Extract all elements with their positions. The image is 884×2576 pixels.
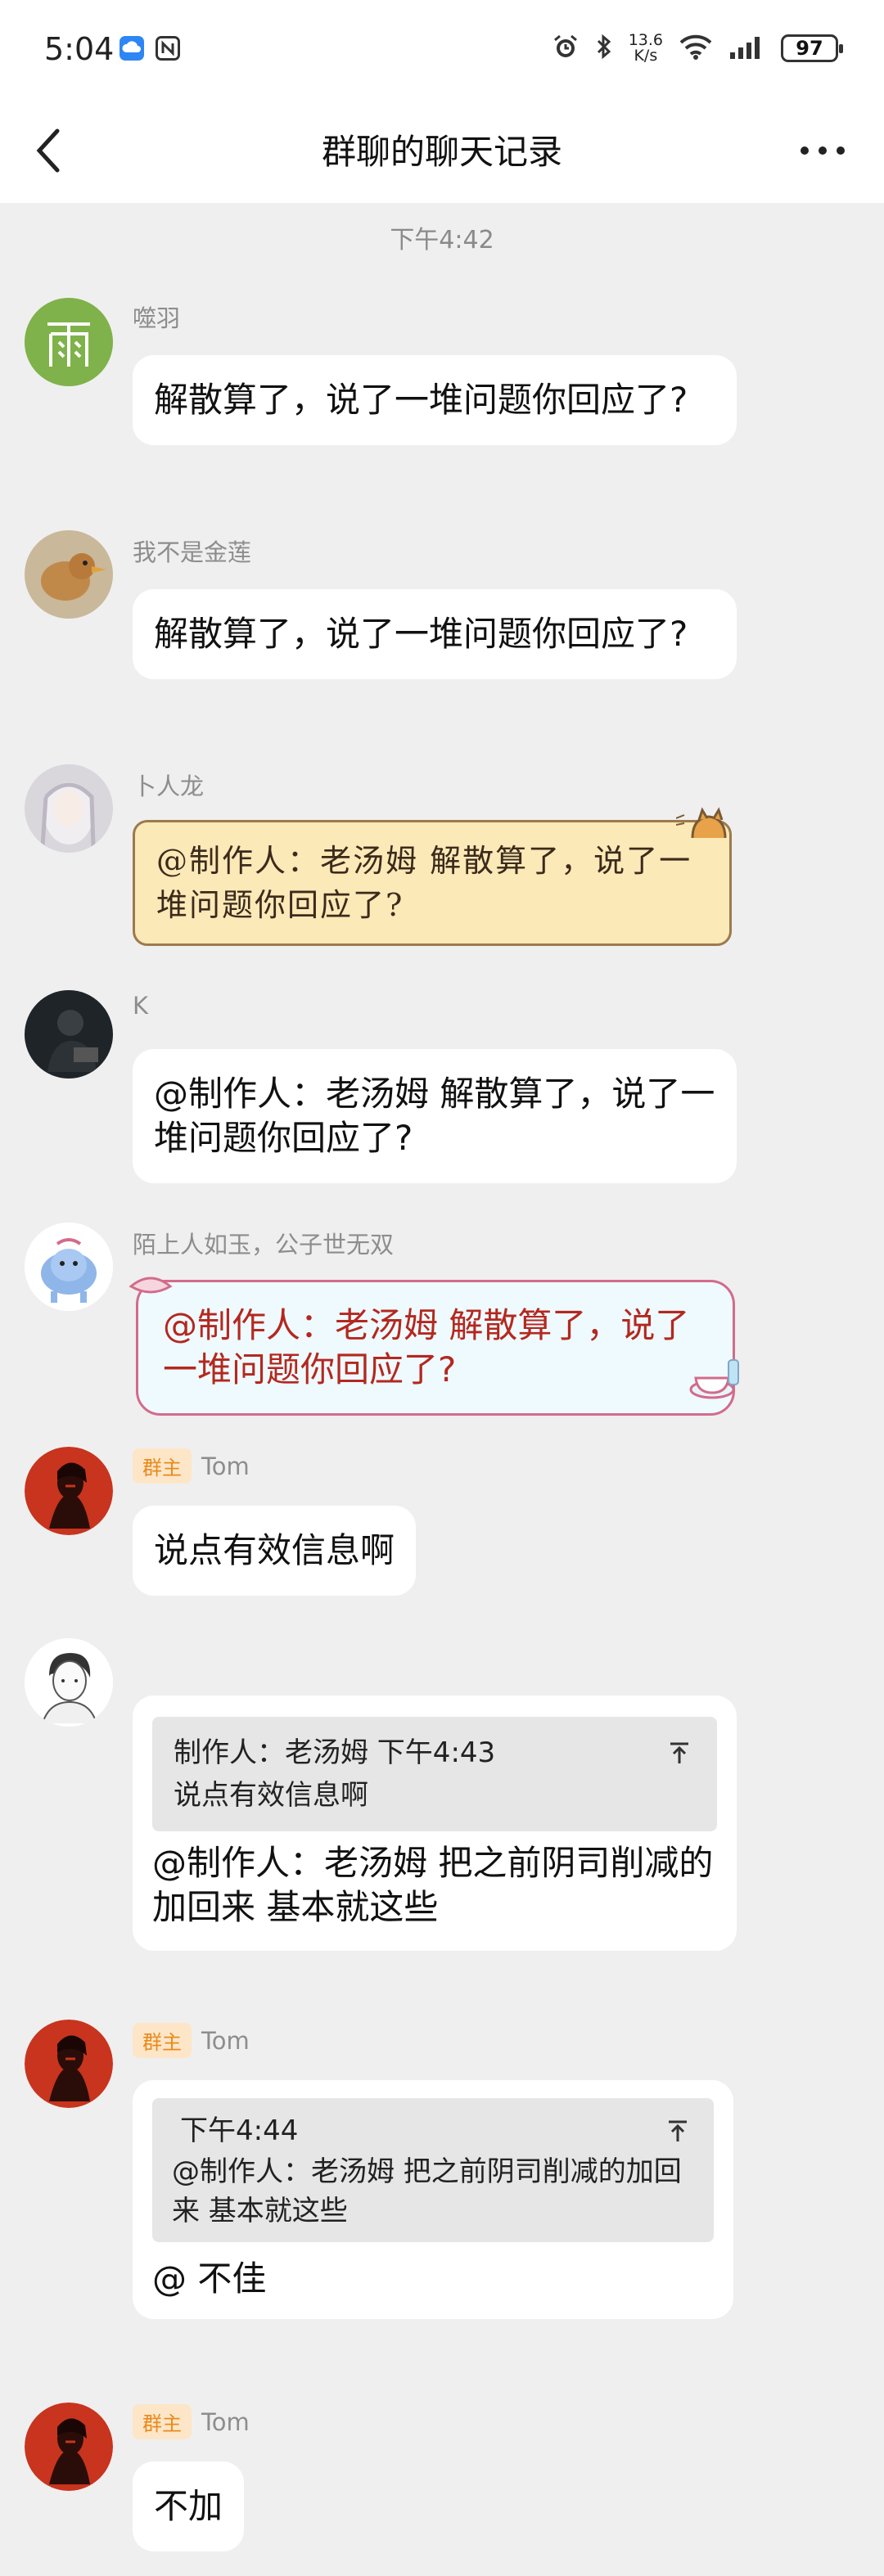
message-text: @制作人：老汤姆 解散算了，说了一堆问题你回应了? bbox=[163, 1305, 690, 1389]
message-bubble[interactable]: 不加 bbox=[133, 2461, 245, 2551]
sender-name-text: 噬羽 bbox=[133, 304, 181, 332]
sender-name: 卜人龙 bbox=[133, 768, 204, 802]
quote-header-text: 下午4:44 bbox=[180, 2114, 299, 2147]
avatar[interactable] bbox=[25, 1447, 113, 1535]
message-text: 说点有效信息啊 bbox=[154, 1530, 395, 1570]
sender-name: 群主 Tom bbox=[133, 2404, 250, 2439]
net-speed: 13.6 K/s bbox=[629, 33, 663, 64]
message-text: 不加 bbox=[154, 2486, 223, 2526]
sender-name: K bbox=[133, 992, 148, 1020]
battery-indicator: 97 bbox=[781, 34, 843, 62]
avatar[interactable] bbox=[25, 1223, 113, 1311]
avatar[interactable] bbox=[25, 764, 113, 853]
avatar[interactable] bbox=[25, 2020, 113, 2108]
status-right-group: 13.6 K/s 97 bbox=[552, 33, 843, 64]
jump-to-original-icon[interactable] bbox=[661, 2114, 694, 2147]
status-bar: 5:04 13.6 K/s 97 bbox=[0, 0, 884, 101]
alarm-icon bbox=[552, 33, 580, 64]
reply-message-bubble[interactable]: 制作人：老汤姆 下午4:43 说点有效信息啊 @制作人：老汤姆 把之前阴司削减的… bbox=[133, 1696, 737, 1951]
chat-timestamp: 下午4:42 bbox=[390, 226, 494, 254]
quote-text: 说点有效信息啊 bbox=[174, 1779, 368, 1812]
group-owner-badge: 群主 bbox=[133, 2023, 192, 2058]
message-text: @制作人：老汤姆 把之前阴司削减的加回来 基本就这些 bbox=[152, 1843, 714, 1927]
message-bubble-paper[interactable]: @制作人：老汤姆 解散算了，说了一堆问题你回应了? bbox=[133, 820, 732, 946]
more-button[interactable] bbox=[794, 126, 851, 175]
nfc-icon bbox=[156, 36, 180, 61]
page-title: 群聊的聊天记录 bbox=[321, 132, 562, 172]
sender-name: 群主 Tom bbox=[133, 1448, 250, 1484]
message-text: 解散算了，说了一堆问题你回应了? bbox=[154, 380, 688, 420]
status-time: 5:04 bbox=[44, 31, 115, 67]
sender-name: 陌上人如玉，公子世无双 bbox=[133, 1226, 394, 1260]
quote-text: @制作人：老汤姆 把之前阴司削减的加回来 基本就这些 bbox=[172, 2155, 682, 2227]
jump-to-original-icon[interactable] bbox=[663, 1736, 696, 1769]
message-bubble[interactable]: @制作人：老汤姆 解散算了，说了一堆问题你回应了? bbox=[133, 1049, 737, 1183]
cloud-app-icon bbox=[120, 36, 144, 61]
group-owner-badge: 群主 bbox=[133, 1448, 192, 1484]
avatar[interactable] bbox=[25, 990, 113, 1079]
reply-message-bubble[interactable]: 下午4:44 @制作人：老汤姆 把之前阴司削减的加回来 基本就这些 @ 不佳 bbox=[133, 2080, 733, 2319]
sender-name-text: 我不是金莲 bbox=[133, 538, 252, 566]
message-text: @ 不佳 bbox=[152, 2259, 267, 2299]
sender-name: 噬羽 bbox=[133, 299, 180, 334]
message-bubble[interactable]: 解散算了，说了一堆问题你回应了? bbox=[133, 589, 737, 679]
message-text: 解散算了，说了一堆问题你回应了? bbox=[154, 614, 688, 654]
sender-name-text: Tom bbox=[201, 1452, 250, 1480]
nav-bar: 群聊的聊天记录 bbox=[0, 101, 884, 203]
message-bubble[interactable]: 说点有效信息啊 bbox=[133, 1506, 417, 1596]
message-bubble-pink[interactable]: @制作人：老汤姆 解散算了，说了一堆问题你回应了? bbox=[136, 1280, 735, 1416]
group-owner-badge: 群主 bbox=[133, 2404, 192, 2439]
avatar[interactable] bbox=[25, 2403, 113, 2491]
quote-header: 制作人：老汤姆 下午4:43 bbox=[174, 1732, 696, 1774]
sender-name-text: 卜人龙 bbox=[133, 772, 205, 800]
sender-name-text: Tom bbox=[201, 2026, 250, 2055]
quoted-message[interactable]: 制作人：老汤姆 下午4:43 说点有效信息啊 bbox=[152, 1717, 717, 1831]
quote-header-text: 制作人：老汤姆 下午4:43 bbox=[174, 1736, 496, 1769]
quoted-message[interactable]: 下午4:44 @制作人：老汤姆 把之前阴司削减的加回来 基本就这些 bbox=[152, 2098, 714, 2242]
avatar[interactable] bbox=[25, 298, 113, 386]
cat-decoration-icon bbox=[675, 807, 733, 843]
message-text: @制作人：老汤姆 解散算了，说了一堆问题你回应了? bbox=[156, 843, 692, 923]
teacup-decoration-icon bbox=[688, 1353, 745, 1406]
lace-decoration-icon bbox=[128, 1270, 174, 1301]
quote-header: 下午4:44 bbox=[172, 2110, 694, 2152]
sender-name-text: K bbox=[133, 992, 149, 1020]
more-dots-icon bbox=[800, 143, 846, 159]
signal-icon bbox=[728, 33, 766, 64]
sender-name-text: 陌上人如玉，公子世无双 bbox=[133, 1231, 395, 1259]
sender-name-text: Tom bbox=[201, 2407, 250, 2436]
sender-name: 群主 Tom bbox=[133, 2023, 250, 2058]
message-text: @制作人：老汤姆 解散算了，说了一堆问题你回应了? bbox=[154, 1074, 715, 1158]
message-bubble[interactable]: 解散算了，说了一堆问题你回应了? bbox=[133, 355, 737, 445]
sender-name: 我不是金莲 bbox=[133, 534, 251, 568]
avatar[interactable] bbox=[25, 530, 113, 619]
avatar[interactable] bbox=[25, 1638, 113, 1727]
wifi-icon bbox=[678, 33, 714, 64]
bluetooth-icon bbox=[594, 33, 614, 64]
net-speed-unit: K/s bbox=[634, 47, 658, 65]
